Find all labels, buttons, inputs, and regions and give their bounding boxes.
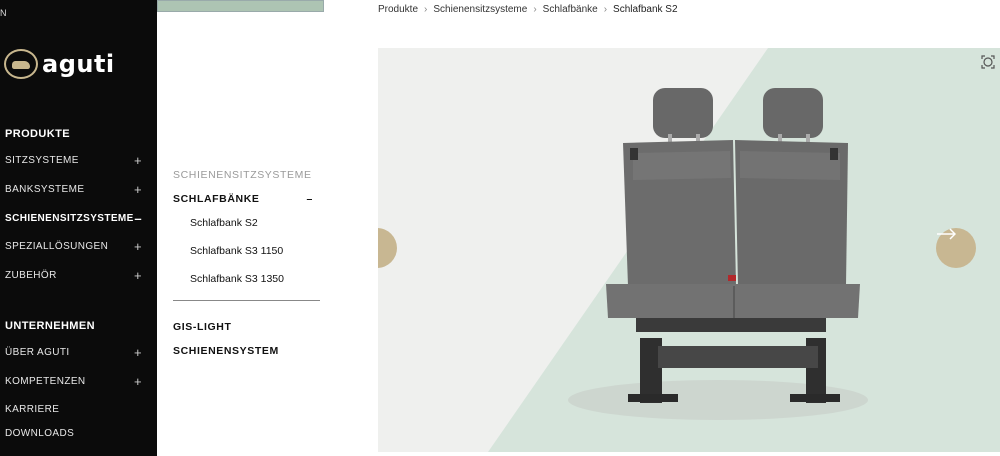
sidebar-item-zubehor[interactable]: ZUBEHÖR +: [5, 268, 142, 283]
breadcrumb-link-schlafbanke[interactable]: Schlafbänke: [543, 4, 598, 15]
breadcrumb-link-schienensitzsysteme[interactable]: Schienensitzsysteme: [433, 4, 527, 15]
sidebar-item-sitzsysteme[interactable]: SITZSYSTEME +: [5, 153, 142, 168]
breadcrumb-separator: ›: [424, 4, 428, 15]
subnav-group-schienensystem[interactable]: SCHIENENSYSTEM: [173, 345, 279, 357]
subnav-category[interactable]: SCHIENENSITZSYSTEME: [173, 169, 312, 181]
next-image-button[interactable]: [936, 228, 976, 268]
subnav-group-gis-light[interactable]: GIS-LIGHT: [173, 321, 231, 333]
zoom-button[interactable]: [980, 54, 996, 70]
product-image: [488, 48, 1000, 452]
sidebar-item-karriere[interactable]: KARRIERE: [5, 404, 142, 415]
expand-plus-icon[interactable]: +: [134, 182, 142, 197]
sidebar-item-kompetenzen[interactable]: KOMPETENZEN +: [5, 374, 142, 389]
logo-text: aguti: [42, 50, 115, 78]
expand-plus-icon[interactable]: +: [134, 345, 142, 360]
sidebar-item-label: SPEZIALLÖSUNGEN: [5, 241, 109, 252]
sidebar-top-letter: N: [0, 8, 7, 18]
sidebar-item-schienensitzsysteme[interactable]: SCHIENENSITZSYSTEME –: [5, 211, 142, 226]
collapse-minus-icon[interactable]: –: [307, 193, 313, 205]
subnav-item-schlafbank-s3-1150[interactable]: Schlafbank S3 1150: [190, 245, 283, 257]
expand-plus-icon[interactable]: +: [134, 374, 142, 389]
expand-plus-icon[interactable]: +: [134, 153, 142, 168]
zoom-icon: [981, 55, 995, 69]
breadcrumb: Produkte › Schienensitzsysteme › Schlafb…: [378, 4, 678, 15]
sidebar-item-downloads[interactable]: DOWNLOADS: [5, 428, 142, 439]
sidebar-item-uber-aguti[interactable]: ÜBER AGUTI +: [5, 345, 142, 360]
sidebar-item-label: ÜBER AGUTI: [5, 347, 70, 358]
sidebar-item-speziallosungen[interactable]: SPEZIALLÖSUNGEN +: [5, 239, 142, 254]
sub-navigation: SCHIENENSITZSYSTEME SCHLAFBÄNKE – Schlaf…: [157, 0, 325, 456]
subnav-group-label: SCHLAFBÄNKE: [173, 193, 260, 205]
product-image-gallery[interactable]: [378, 48, 1000, 452]
logo-mark-icon: [4, 49, 38, 79]
arrow-right-icon: [937, 228, 956, 240]
collapse-minus-icon[interactable]: –: [134, 211, 142, 226]
subnav-divider: [173, 300, 320, 301]
section-company-title: UNTERNEHMEN: [5, 320, 95, 332]
sidebar-item-label: ZUBEHÖR: [5, 270, 57, 281]
sidebar-item-label: SITZSYSTEME: [5, 155, 79, 166]
sidebar-item-label: KARRIERE: [5, 404, 60, 415]
breadcrumb-current: Schlafbank S2: [613, 4, 678, 15]
sidebar-item-label: KOMPETENZEN: [5, 376, 86, 387]
breadcrumb-link-produkte[interactable]: Produkte: [378, 4, 418, 15]
sidebar-item-banksysteme[interactable]: BANKSYSTEME +: [5, 182, 142, 197]
aguti-logo[interactable]: aguti: [4, 49, 115, 79]
breadcrumb-separator: ›: [603, 4, 608, 15]
sidebar-item-label: DOWNLOADS: [5, 428, 75, 439]
sidebar-item-label: SCHIENENSITZSYSTEME: [5, 213, 134, 224]
expand-plus-icon[interactable]: +: [134, 239, 142, 254]
main-sidebar: N aguti PRODUKTE SITZSYSTEME + BANKSYSTE…: [0, 0, 157, 456]
subnav-top-strip: [157, 0, 324, 12]
breadcrumb-separator: ›: [533, 4, 537, 15]
subnav-item-schlafbank-s3-1350[interactable]: Schlafbank S3 1350: [190, 273, 284, 285]
expand-plus-icon[interactable]: +: [134, 268, 142, 283]
section-products-title: PRODUKTE: [5, 128, 70, 140]
subnav-group-schlafbanke[interactable]: SCHLAFBÄNKE –: [173, 193, 313, 205]
subnav-item-schlafbank-s2[interactable]: Schlafbank S2: [190, 217, 258, 229]
sidebar-item-label: BANKSYSTEME: [5, 184, 85, 195]
